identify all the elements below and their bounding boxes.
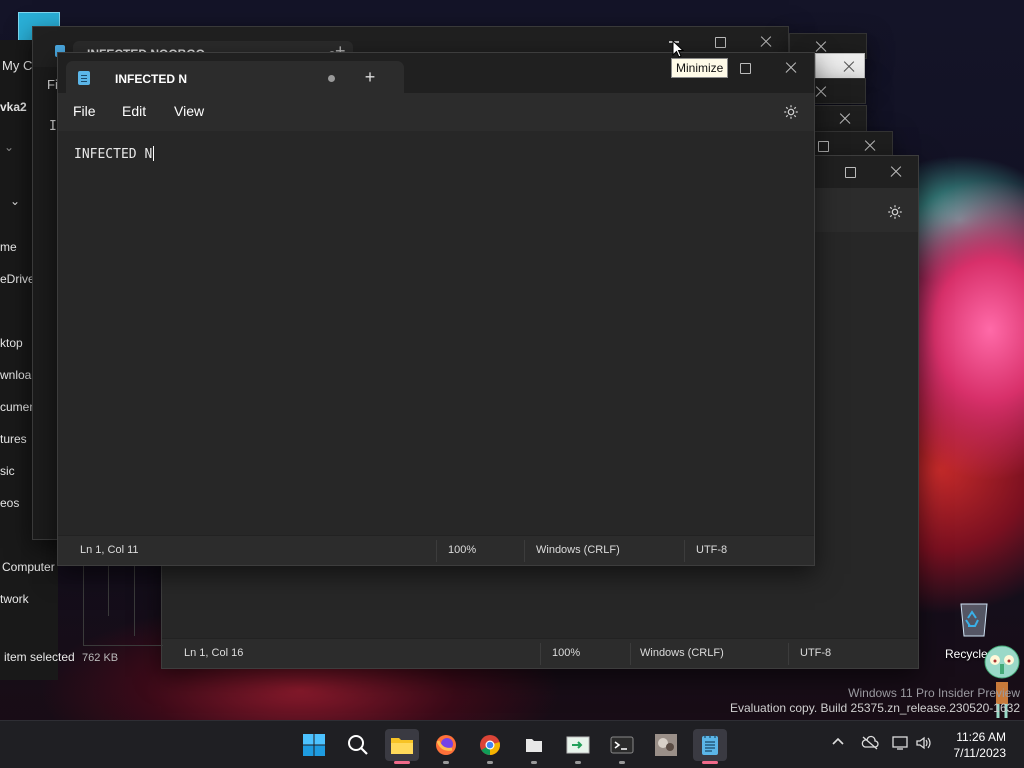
notepad-text-area[interactable]: INFECTED N	[58, 131, 814, 525]
status-line-ending: Windows (CRLF)	[536, 544, 620, 556]
start-button[interactable]	[297, 729, 331, 761]
sidebar-user: vka2	[0, 100, 27, 114]
menu-file[interactable]: File	[73, 103, 96, 119]
sidebar-title: My C	[2, 58, 33, 73]
taskbar-file-explorer[interactable]	[385, 729, 419, 764]
watermark-edition: Windows 11 Pro Insider Preview	[848, 686, 1020, 700]
system-clock[interactable]: 11:26 AM 7/11/2023	[954, 729, 1007, 761]
status-separator	[630, 643, 631, 665]
maximize-button[interactable]	[722, 53, 768, 83]
menu-edit[interactable]: Edit	[122, 103, 146, 119]
minimize-tooltip: Minimize	[671, 58, 729, 78]
chevron-down-icon[interactable]: ⌄	[4, 140, 14, 154]
explorer-status-bar: item selected 762 KB	[0, 650, 118, 664]
taskbar-indicator	[443, 761, 449, 764]
notepad-tab[interactable]: INFECTED N	[66, 61, 404, 93]
taskbar-indicator	[702, 761, 718, 764]
new-tab-button[interactable]: +	[360, 68, 380, 88]
taskbar-indicator	[487, 761, 493, 764]
files-icon	[526, 739, 542, 752]
status-line-ending: Windows (CRLF)	[640, 647, 724, 659]
sidebar-item-downloads[interactable]: wnloa	[0, 368, 31, 382]
explorer-status-selected: item selected	[4, 650, 75, 664]
terminal-icon	[610, 736, 634, 754]
sidebar-item-videos[interactable]: eos	[0, 496, 19, 510]
onedrive-off-icon[interactable]	[860, 735, 880, 755]
close-button[interactable]	[822, 104, 868, 134]
volume-icon[interactable]	[914, 735, 934, 755]
search-button[interactable]	[341, 729, 375, 761]
photo-icon	[655, 734, 677, 756]
chevron-down-icon[interactable]: ⌄	[10, 194, 20, 208]
sidebar-item-this-pc[interactable]: Computer	[2, 560, 55, 574]
network-icon[interactable]	[891, 735, 911, 755]
search-icon	[348, 735, 368, 755]
menu-view[interactable]: View	[174, 103, 204, 119]
firefox-icon	[436, 735, 456, 755]
sidebar-item-documents[interactable]: cumen	[0, 400, 36, 414]
stacked-window-3	[813, 78, 866, 104]
back-window-text: I	[49, 119, 57, 134]
status-encoding: UTF-8	[696, 544, 728, 556]
start-icon	[303, 734, 325, 756]
watermark-build: Evaluation copy. Build 25375.zn_release.…	[730, 701, 1020, 715]
status-separator	[684, 540, 685, 562]
status-position: Ln 1, Col 11	[80, 544, 139, 556]
taskbar-notepad[interactable]	[693, 729, 727, 764]
maximize-button[interactable]	[827, 157, 873, 187]
taskbar-indicator	[619, 761, 625, 764]
chevron-up-icon[interactable]	[828, 735, 848, 755]
notepad-back-status-bar: Ln 1, Col 16 100% Windows (CRLF) UTF-8	[162, 638, 918, 668]
taskbar-chrome[interactable]	[473, 729, 507, 764]
taskbar-files[interactable]	[517, 729, 551, 764]
unsaved-dot-icon[interactable]	[328, 75, 335, 82]
stacked-window-2	[815, 53, 865, 79]
stacked-window-edge	[134, 566, 174, 636]
gear-icon[interactable]	[782, 103, 800, 121]
taskbar-photo[interactable]	[649, 729, 683, 761]
clock-time: 11:26 AM	[956, 730, 1006, 744]
explorer-status-size: 762 KB	[82, 652, 119, 664]
mouse-cursor-icon	[672, 40, 684, 58]
status-zoom[interactable]: 100%	[448, 544, 476, 556]
stacked-window-4	[813, 105, 867, 133]
notepad-icon	[78, 71, 90, 85]
file-explorer-icon	[391, 738, 413, 754]
sidebar-item-onedrive[interactable]: eDrive	[0, 272, 35, 286]
status-separator	[788, 643, 789, 665]
gear-icon[interactable]	[886, 203, 904, 221]
status-separator	[540, 643, 541, 665]
notepad-text-content: INFECTED N	[74, 147, 153, 162]
taskbar-firefox[interactable]	[429, 729, 463, 764]
chrome-icon	[480, 735, 500, 755]
sidebar-item-home[interactable]: me	[0, 240, 17, 254]
clock-date: 7/11/2023	[953, 746, 1007, 760]
status-separator	[524, 540, 525, 562]
close-button[interactable]	[768, 53, 814, 83]
close-button[interactable]	[873, 157, 919, 187]
taskbar-terminal[interactable]	[605, 729, 639, 764]
terminal-preview-icon	[566, 736, 590, 754]
notepad-menubar: File Edit View	[58, 93, 814, 131]
sidebar-item-music[interactable]: sic	[0, 464, 15, 478]
status-zoom[interactable]: 100%	[552, 647, 580, 659]
sidebar-item-desktop[interactable]: ktop	[0, 336, 23, 350]
notepad-icon	[702, 735, 718, 755]
taskbar: 11:26 AM 7/11/2023	[0, 720, 1024, 768]
sidebar-item-network[interactable]: twork	[0, 592, 29, 606]
notepad-window: INFECTED N + File Edit View INFECTED N L…	[57, 52, 815, 566]
sidebar-item-pictures[interactable]: tures	[0, 432, 27, 446]
taskbar-indicator	[394, 761, 410, 764]
text-caret	[153, 146, 155, 161]
taskbar-indicator	[575, 761, 581, 764]
taskbar-terminal-preview[interactable]	[561, 729, 595, 764]
notepad-status-bar: Ln 1, Col 11 100% Windows (CRLF) UTF-8	[58, 535, 814, 565]
notepad-tab-title: INFECTED N	[115, 72, 187, 86]
status-separator	[436, 540, 437, 562]
recycle-bin-icon[interactable]	[956, 598, 992, 638]
status-position: Ln 1, Col 16	[184, 647, 244, 659]
status-encoding: UTF-8	[800, 647, 832, 659]
taskbar-indicator	[531, 761, 537, 764]
